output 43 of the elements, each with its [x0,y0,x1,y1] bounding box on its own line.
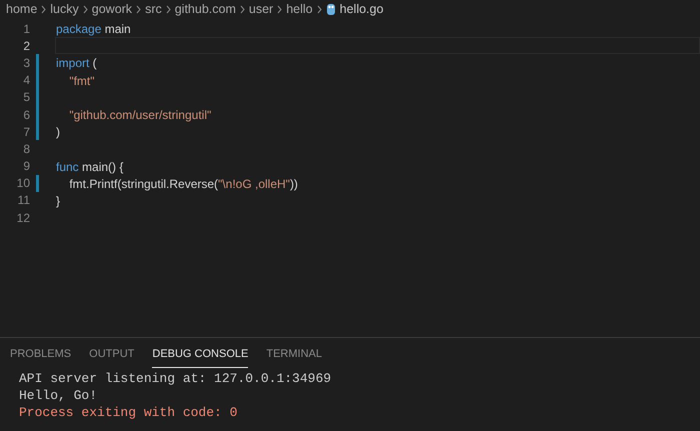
breadcrumb-file[interactable]: hello.go [340,0,384,18]
line-number: 11 [16,192,30,210]
code-line: } [55,192,62,210]
panel-tab[interactable]: DEBUG CONSOLE [152,346,248,368]
breadcrumb-item[interactable]: gowork [92,0,132,18]
panel-tab[interactable]: OUTPUT [89,346,134,368]
breadcrumb-item[interactable]: src [145,0,162,18]
panel-tab[interactable]: PROBLEMS [10,346,72,368]
chevron-icon [166,4,171,14]
breadcrumb-item[interactable]: github.com [174,0,236,18]
code-line: ) [55,124,61,140]
line-number: 7 [22,124,30,141]
panel-tab[interactable]: TERMINAL [266,346,322,368]
line-number: 3 [22,54,30,72]
console-line: Process exiting with code: 0 [19,404,238,420]
chevron-icon [41,4,46,14]
go-file-icon [326,2,336,16]
line-number: 9 [22,158,30,176]
chevron-icon [240,4,245,14]
code-line: func main() { [55,158,124,175]
code-line: package main [55,21,132,38]
breadcrumb-item[interactable]: hello [286,0,313,18]
line-number: 10 [16,175,30,192]
line-number: 2 [22,38,30,55]
line-number: 8 [22,140,30,158]
chevron-icon [277,4,282,14]
code-line: "github.com/user/stringutil" [68,106,212,124]
chevron-icon [136,4,142,14]
code-line: import ( [55,55,98,72]
breadcrumb-item[interactable]: user [248,0,274,18]
line-number: 4 [22,72,30,90]
chevron-icon [316,4,322,14]
breadcrumb-item[interactable]: lucky [50,0,79,18]
code-line: fmt.Printf(stringutil.Reverse("\n!oG ,olleH")) [68,176,299,192]
console-line: API server listening at: 127.0.0.1:34969 [19,370,332,386]
console-line: Hello, Go! [19,386,98,404]
code-line: "fmt" [68,72,96,89]
line-number: 6 [22,106,30,124]
chevron-icon [82,4,88,14]
line-number: 5 [22,89,30,106]
breadcrumb-item[interactable]: home [6,0,38,18]
line-number: 12 [16,210,30,227]
line-number: 1 [22,20,30,38]
